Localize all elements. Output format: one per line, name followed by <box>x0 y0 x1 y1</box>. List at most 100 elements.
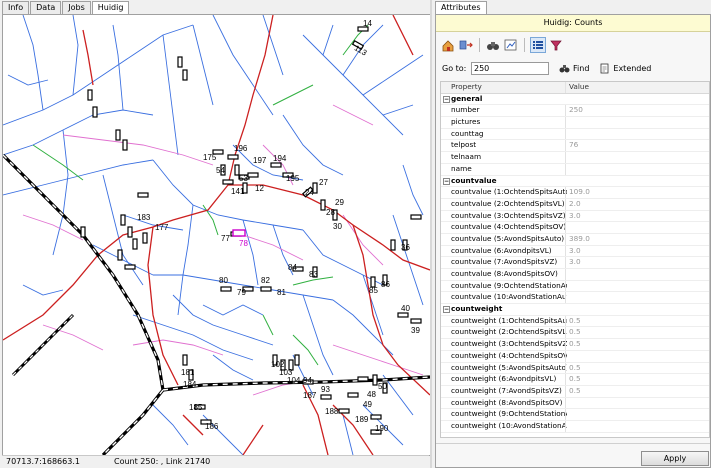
navigate-icon[interactable] <box>458 37 474 53</box>
grid-property-row[interactable]: countweight (8:AvondSpitsOV) <box>441 397 709 410</box>
find-button[interactable]: Find <box>559 63 589 74</box>
filter-icon[interactable] <box>548 37 564 53</box>
property-name: countvalue (1:OchtendSpitsAuto) <box>451 187 567 197</box>
property-name: countvalue (5:AvondSpitsAuto) <box>451 233 565 243</box>
property-grid[interactable]: Property Value − general number 250 pictures… <box>440 81 710 438</box>
collapse-toggle-icon[interactable]: − <box>443 95 450 103</box>
grid-property-row[interactable]: countvalue (8:AvondSpitsOV) <box>441 269 709 281</box>
grid-property-row[interactable]: countweight (5:AvondSpitsAuto) 0.5 <box>441 362 709 375</box>
property-name: telpost <box>451 140 477 150</box>
svg-text:194: 194 <box>273 154 287 163</box>
col-property: Property <box>451 82 482 91</box>
property-value[interactable]: 3.0 <box>569 246 581 257</box>
tab-jobs[interactable]: Jobs <box>62 1 91 14</box>
svg-text:79: 79 <box>237 288 246 297</box>
grid-property-row[interactable]: countvalue (7:AvondSpitsVZ) 3.0 <box>441 257 709 269</box>
grid-property-row[interactable]: countweight (2:OchtendSpitsVL) 0.5 <box>441 327 709 340</box>
chart-edit-icon[interactable] <box>503 37 519 53</box>
tab-attributes[interactable]: Attributes <box>435 1 487 15</box>
grid-category-row[interactable]: − general <box>441 94 709 106</box>
svg-text:53: 53 <box>239 174 248 183</box>
grid-property-row[interactable]: countvalue (3:OchtendSpitsVZ) 3.0 <box>441 210 709 223</box>
extended-button[interactable]: Extended <box>599 63 651 74</box>
column-divider <box>565 409 566 420</box>
grid-property-row[interactable]: telpost 76 <box>441 140 709 153</box>
column-divider <box>565 327 566 339</box>
home-search-icon[interactable] <box>440 37 456 53</box>
grid-property-row[interactable]: telnaam <box>441 152 709 164</box>
column-divider <box>565 292 566 304</box>
property-value[interactable]: 3.0 <box>569 211 581 222</box>
grid-property-row[interactable]: countvalue (9:OchtendStationAuto) <box>441 280 709 293</box>
property-value[interactable]: 0.5 <box>569 327 581 338</box>
collapse-toggle-icon[interactable]: − <box>443 306 450 314</box>
svg-text:30: 30 <box>333 222 342 231</box>
grid-property-row[interactable]: counttag <box>441 128 709 141</box>
tab-huidig[interactable]: Huidig <box>91 1 130 15</box>
property-name: countweight (5:AvondSpitsAuto) <box>451 362 567 372</box>
property-value[interactable]: 0.5 <box>569 363 581 374</box>
property-value[interactable]: 2.0 <box>569 199 581 210</box>
property-value[interactable]: 0.5 <box>569 339 581 350</box>
selected-count-marker[interactable] <box>232 229 246 237</box>
toolbar-separator <box>524 38 525 52</box>
find-label: Find <box>573 63 590 73</box>
property-name: countvalue (2:OchtendSpitsVL) <box>451 198 565 208</box>
svg-text:50: 50 <box>378 382 387 391</box>
property-value[interactable]: 0.5 <box>569 386 581 397</box>
property-value[interactable]: 109.0 <box>569 187 590 198</box>
property-value[interactable]: 0.5 <box>569 316 581 327</box>
property-name: countvalue (10:AvondStationAuto) <box>451 292 567 302</box>
svg-text:48: 48 <box>367 390 376 399</box>
column-divider <box>565 152 566 163</box>
grid-property-row[interactable]: number 250 <box>441 105 709 118</box>
grid-property-row[interactable]: countweight (6:AvondpitsVL) 0.5 <box>441 374 709 386</box>
grid-property-row[interactable]: countvalue (5:AvondSpitsAuto) 389.0 <box>441 233 709 246</box>
column-divider <box>565 339 566 350</box>
grid-property-row[interactable]: countweight (9:OchtendStationAuto) <box>441 409 709 421</box>
map-canvas[interactable]: 14 113 175 196 197 194 195 54 53 141 12 … <box>3 15 430 455</box>
grid-property-row[interactable]: countvalue (4:OchtendSpitsOV) <box>441 222 709 234</box>
column-divider <box>565 117 566 128</box>
binoculars-icon[interactable] <box>485 37 501 53</box>
svg-text:104: 104 <box>287 376 301 385</box>
collapse-toggle-icon[interactable]: − <box>443 177 450 185</box>
grid-property-row[interactable]: countvalue (2:OchtendSpitsVL) 2.0 <box>441 198 709 211</box>
grid-header: Property Value <box>441 82 709 94</box>
grid-property-row[interactable]: countweight (4:OchtendSpitsOV) <box>441 350 709 363</box>
tab-data[interactable]: Data <box>30 1 62 14</box>
grid-property-row[interactable]: countvalue (1:OchtendSpitsAuto) 109.0 <box>441 187 709 199</box>
property-name: number <box>451 105 480 115</box>
column-divider <box>565 315 566 327</box>
column-divider <box>565 280 566 292</box>
svg-text:14: 14 <box>363 19 372 28</box>
panel-splitter[interactable] <box>430 0 432 468</box>
apply-button[interactable]: Apply <box>641 451 709 466</box>
property-value[interactable]: 250 <box>569 105 583 116</box>
grid-property-row[interactable]: name <box>441 163 709 176</box>
svg-text:93: 93 <box>321 385 330 394</box>
tab-info[interactable]: Info <box>2 1 30 14</box>
property-name: name <box>451 163 472 173</box>
list-view-icon[interactable] <box>530 37 546 53</box>
column-divider <box>565 269 566 280</box>
property-name: countweight (2:OchtendSpitsVL) <box>451 327 567 337</box>
grid-property-row[interactable]: countweight (7:AvondSpitsVZ) 0.5 <box>441 385 709 398</box>
network-map[interactable]: 14 113 175 196 197 194 195 54 53 141 12 … <box>2 14 431 456</box>
grid-property-row[interactable]: countvalue (10:AvondStationAuto) <box>441 292 709 305</box>
property-value[interactable]: 0.5 <box>569 374 581 385</box>
grid-property-row[interactable]: countvalue (6:AvondpitsVL) 3.0 <box>441 245 709 258</box>
grid-category-row[interactable]: − countvalue <box>441 176 709 188</box>
grid-property-row[interactable]: countweight (1:OchtendSpitsAuto) 0.5 <box>441 315 709 328</box>
property-value[interactable]: 3.0 <box>569 257 581 268</box>
grid-category-row[interactable]: − countweight <box>441 304 709 316</box>
goto-input[interactable] <box>471 61 549 75</box>
property-value[interactable]: 389.0 <box>569 234 590 245</box>
property-value[interactable]: 76 <box>569 140 578 151</box>
property-name: countweight <box>451 304 503 314</box>
property-name: countvalue (3:OchtendSpitsVZ) <box>451 210 566 220</box>
svg-text:190: 190 <box>375 424 389 433</box>
grid-property-row[interactable]: pictures <box>441 117 709 129</box>
grid-property-row[interactable]: countweight (3:OchtendSpitsVZ) 0.5 <box>441 339 709 351</box>
grid-property-row[interactable]: countweight (10:AvondStationAuto) <box>441 420 709 433</box>
